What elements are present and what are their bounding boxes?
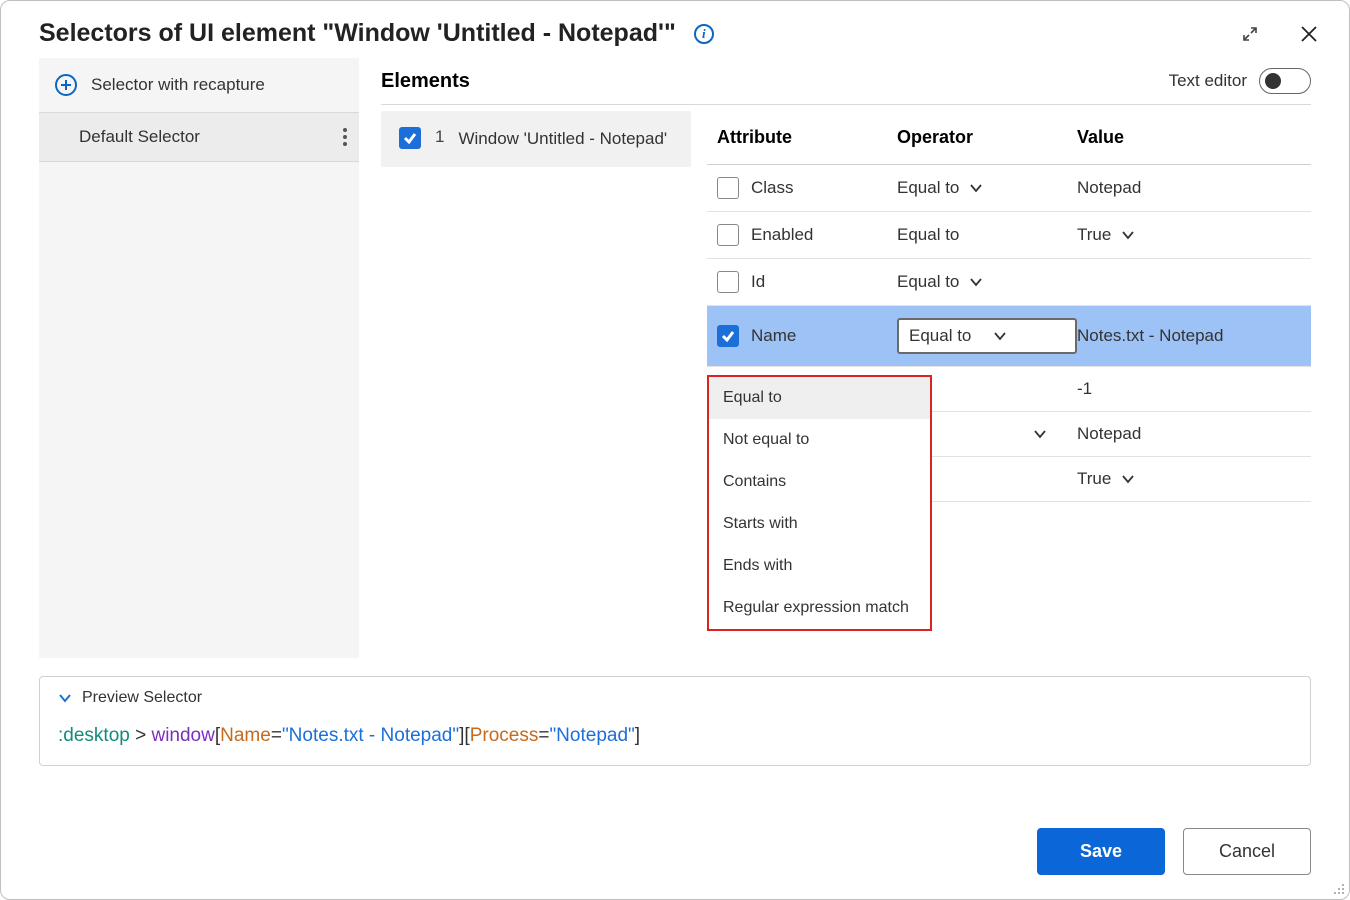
- selector-sidebar: Selector with recapture Default Selector: [39, 58, 359, 658]
- dialog-footer: Save Cancel: [1037, 828, 1311, 875]
- main-panel: Elements Text editor 1 Window 'Untitled …: [381, 58, 1311, 658]
- close-icon[interactable]: [1299, 24, 1319, 44]
- attr-checkbox[interactable]: [717, 224, 739, 246]
- attr-name: Id: [751, 272, 765, 292]
- chevron-down-icon: [969, 181, 983, 195]
- attr-value-select[interactable]: True: [1077, 469, 1301, 489]
- operator-dropdown-open[interactable]: Equal to: [897, 318, 1077, 354]
- dialog-title: Selectors of UI element "Window 'Untitle…: [39, 19, 676, 48]
- chevron-down-icon: [993, 329, 1007, 343]
- attr-name: Name: [751, 326, 796, 346]
- element-item[interactable]: 1 Window 'Untitled - Notepad': [381, 111, 691, 167]
- selector-with-recapture-button[interactable]: Selector with recapture: [39, 58, 359, 113]
- col-operator: Operator: [897, 127, 1077, 148]
- plus-circle-icon: [55, 74, 77, 96]
- chevron-down-icon: [1121, 472, 1135, 486]
- titlebar: Selectors of UI element "Window 'Untitle…: [1, 1, 1349, 58]
- elements-heading: Elements: [381, 70, 470, 93]
- attr-value[interactable]: Notepad: [1077, 424, 1301, 444]
- chevron-down-icon: [1033, 427, 1047, 441]
- expand-icon[interactable]: [1241, 25, 1259, 43]
- element-checkbox[interactable]: [399, 127, 421, 149]
- preview-selector-panel: Preview Selector :desktop > window[Name=…: [39, 676, 1311, 766]
- attr-name: Class: [751, 178, 794, 198]
- dropdown-option[interactable]: Contains: [709, 461, 930, 503]
- attr-value[interactable]: Notes.txt - Notepad: [1077, 326, 1301, 346]
- cancel-button[interactable]: Cancel: [1183, 828, 1311, 875]
- preview-heading: Preview Selector: [82, 689, 202, 707]
- dropdown-option[interactable]: Regular expression match: [709, 587, 930, 629]
- save-button[interactable]: Save: [1037, 828, 1165, 875]
- attr-value[interactable]: Notepad: [1077, 178, 1301, 198]
- selector-code: :desktop > window[Name="Notes.txt - Note…: [58, 725, 1292, 747]
- dropdown-option[interactable]: Equal to: [709, 377, 930, 419]
- attribute-panel: Attribute Operator Value Class Equal to: [707, 111, 1311, 502]
- chevron-down-icon: [1121, 228, 1135, 242]
- dropdown-option[interactable]: Not equal to: [709, 419, 930, 461]
- kebab-icon[interactable]: [343, 128, 347, 146]
- operator-dropdown-list: Equal to Not equal to Contains Starts wi…: [707, 375, 932, 631]
- operator-select[interactable]: Equal to: [897, 178, 1077, 198]
- attr-row-name[interactable]: Name Equal to Notes.txt - Notepad: [707, 306, 1311, 367]
- operator-select[interactable]: Equal to: [897, 272, 1077, 292]
- attr-row-class[interactable]: Class Equal to Notepad: [707, 165, 1311, 212]
- preview-toggle[interactable]: Preview Selector: [58, 689, 1292, 707]
- selector-item-default[interactable]: Default Selector: [39, 113, 359, 162]
- selector-item-label: Default Selector: [79, 127, 200, 147]
- info-icon[interactable]: i: [694, 24, 714, 44]
- attr-value-select[interactable]: True: [1077, 225, 1301, 245]
- col-value: Value: [1077, 127, 1301, 148]
- dropdown-option[interactable]: Starts with: [709, 503, 930, 545]
- attr-checkbox[interactable]: [717, 325, 739, 347]
- attr-row-id[interactable]: Id Equal to: [707, 259, 1311, 306]
- dropdown-option[interactable]: Ends with: [709, 545, 930, 587]
- operator-select[interactable]: Equal to: [897, 225, 1077, 245]
- chevron-down-icon: [969, 275, 983, 289]
- recapture-label: Selector with recapture: [91, 75, 265, 95]
- col-attribute: Attribute: [717, 127, 897, 148]
- selectors-dialog: Selectors of UI element "Window 'Untitle…: [0, 0, 1350, 900]
- element-name: Window 'Untitled - Notepad': [458, 127, 667, 151]
- element-index: 1: [435, 127, 444, 147]
- text-editor-toggle[interactable]: [1259, 68, 1311, 94]
- resize-grip-icon[interactable]: [1331, 881, 1345, 895]
- toggle-knob: [1265, 73, 1281, 89]
- attr-name: Enabled: [751, 225, 813, 245]
- attr-value[interactable]: -1: [1077, 379, 1301, 399]
- chevron-down-icon: [58, 691, 72, 705]
- attr-checkbox[interactable]: [717, 177, 739, 199]
- attr-checkbox[interactable]: [717, 271, 739, 293]
- text-editor-label: Text editor: [1169, 71, 1247, 91]
- attr-row-enabled[interactable]: Enabled Equal to True: [707, 212, 1311, 259]
